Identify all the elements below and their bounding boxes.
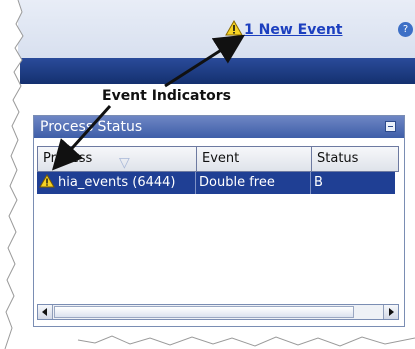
torn-edge-decoration [0,0,415,349]
screenshot-frame: 1 New Event ? Event Indicators Process S… [0,0,415,349]
